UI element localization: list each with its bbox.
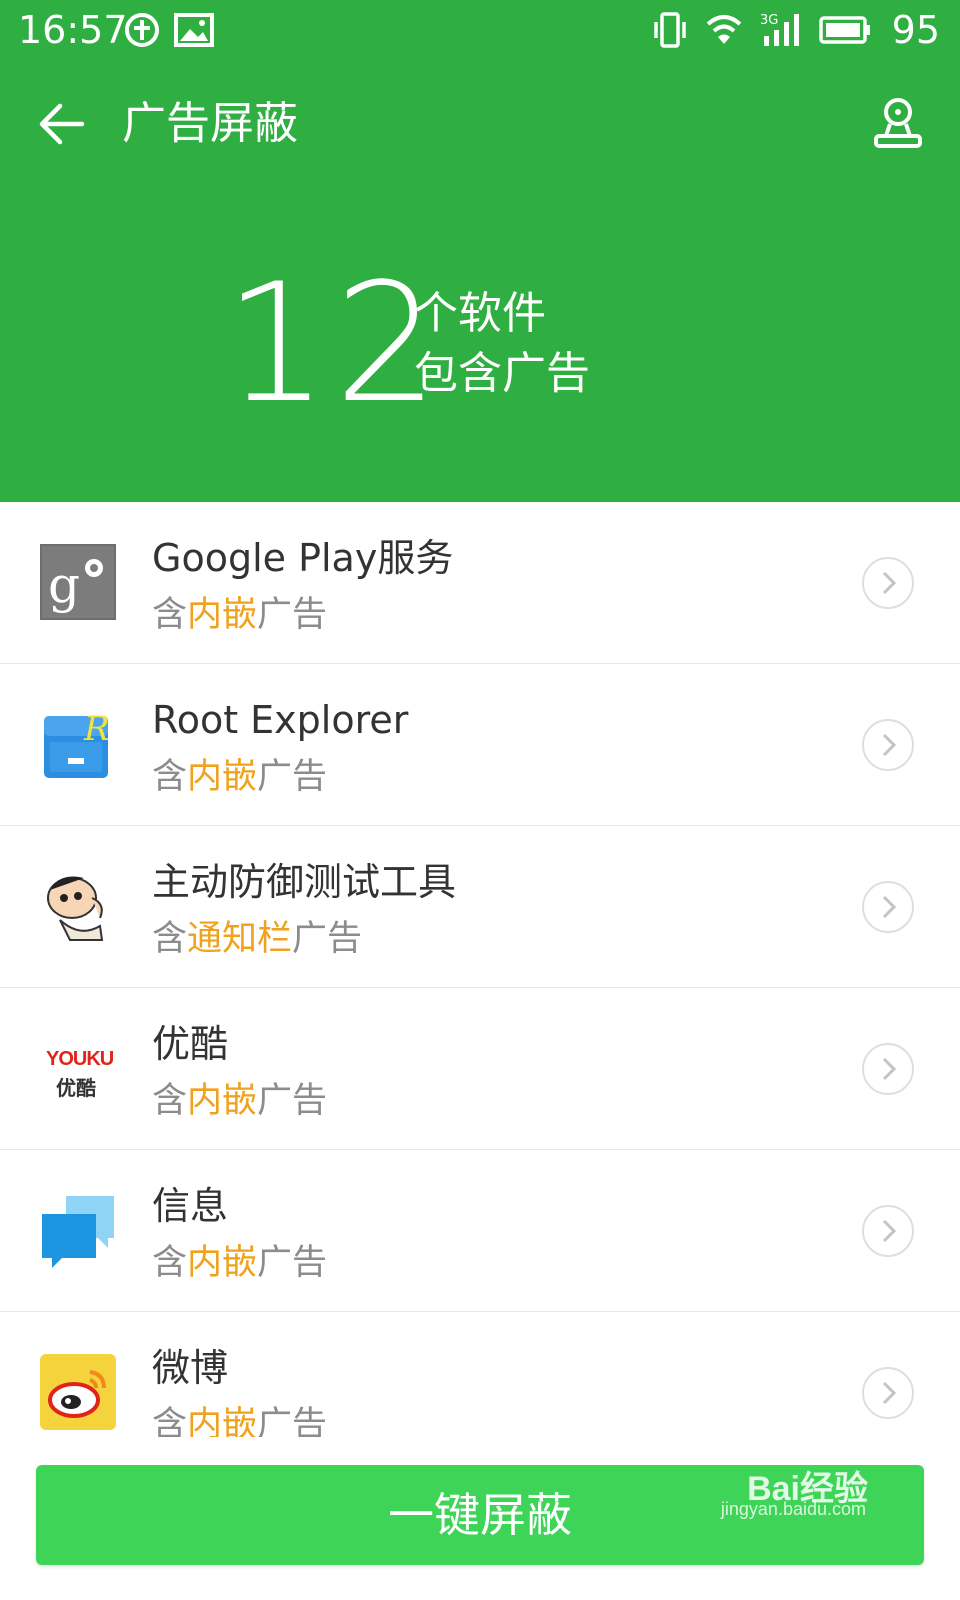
chevron-right-icon[interactable] xyxy=(862,719,914,771)
youku-icon: YOUKU 优酷 xyxy=(40,1030,116,1106)
summary-line-1: 个软件 xyxy=(414,288,546,339)
list-item[interactable]: 信息 含内嵌广告 xyxy=(0,1150,960,1312)
ad-type-label: 含通知栏广告 xyxy=(152,919,363,959)
list-item[interactable]: 主动防御测试工具 含通知栏广告 xyxy=(0,826,960,988)
sync-icon xyxy=(124,10,160,54)
list-item[interactable]: g Google Play服务 含内嵌广告 xyxy=(0,502,960,664)
chevron-right-icon[interactable] xyxy=(862,1043,914,1095)
google-play-services-icon: g xyxy=(40,544,116,620)
status-bar: 16:57 3G 95 xyxy=(0,0,960,64)
crayon-shinchan-icon xyxy=(40,868,116,944)
block-all-button-label: 一键屏蔽 xyxy=(388,1488,572,1542)
vibrate-icon xyxy=(650,10,690,54)
chevron-right-icon[interactable] xyxy=(862,1367,914,1419)
summary-line-2: 包含广告 xyxy=(414,348,590,399)
app-name: Google Play服务 xyxy=(152,536,454,580)
youku-logo-text: YOUKU xyxy=(46,1048,114,1070)
list-item[interactable]: 微博 含内嵌广告 xyxy=(0,1312,960,1437)
robot-icon[interactable] xyxy=(866,92,930,156)
battery-level: 95 xyxy=(891,8,940,52)
app-name: 优酷 xyxy=(152,1022,229,1066)
chevron-right-icon[interactable] xyxy=(862,557,914,609)
ad-type-label: 含内嵌广告 xyxy=(152,1243,328,1283)
ad-type-label: 含内嵌广告 xyxy=(152,757,328,797)
list-item[interactable]: R Root Explorer 含内嵌广告 xyxy=(0,664,960,826)
block-all-button[interactable]: 一键屏蔽 Bai经验 jingyan.baidu.com xyxy=(36,1465,924,1565)
chevron-right-icon[interactable] xyxy=(862,1205,914,1257)
svg-text:g: g xyxy=(48,556,80,614)
chevron-right-icon[interactable] xyxy=(862,881,914,933)
footer: 一键屏蔽 Bai经验 jingyan.baidu.com xyxy=(0,1437,960,1600)
app-name: 信息 xyxy=(152,1184,229,1228)
app-list: g Google Play服务 含内嵌广告 R Root Explorer 含内… xyxy=(0,502,960,1437)
ad-type-label: 含内嵌广告 xyxy=(152,1081,328,1121)
weibo-icon xyxy=(40,1354,116,1430)
image-icon xyxy=(174,10,214,54)
app-name: 微博 xyxy=(152,1346,229,1390)
svg-text:R: R xyxy=(83,709,110,749)
app-name: Root Explorer xyxy=(152,698,409,742)
status-time: 16:57 xyxy=(18,8,128,52)
app-name: 主动防御测试工具 xyxy=(152,860,457,904)
messages-icon xyxy=(40,1192,116,1268)
list-item[interactable]: YOUKU 优酷 优酷 含内嵌广告 xyxy=(0,988,960,1150)
youku-logo-subtext: 优酷 xyxy=(56,1076,96,1100)
baidu-watermark-url: jingyan.baidu.com xyxy=(720,1499,866,1519)
wifi-icon xyxy=(704,10,744,54)
ad-type-label: 含内嵌广告 xyxy=(152,595,328,635)
battery-icon xyxy=(818,10,872,54)
header: 16:57 3G 95 广告屏蔽 12 个软件 包含广告 xyxy=(0,0,960,502)
root-explorer-icon: R xyxy=(40,706,116,782)
ad-app-count: 12 xyxy=(224,248,445,439)
ad-type-label: 含内嵌广告 xyxy=(152,1405,328,1437)
svg-text:3G: 3G xyxy=(760,13,778,28)
signal-3g-icon: 3G xyxy=(760,10,806,54)
back-arrow-icon[interactable] xyxy=(30,92,94,156)
page-title: 广告屏蔽 xyxy=(122,98,298,149)
